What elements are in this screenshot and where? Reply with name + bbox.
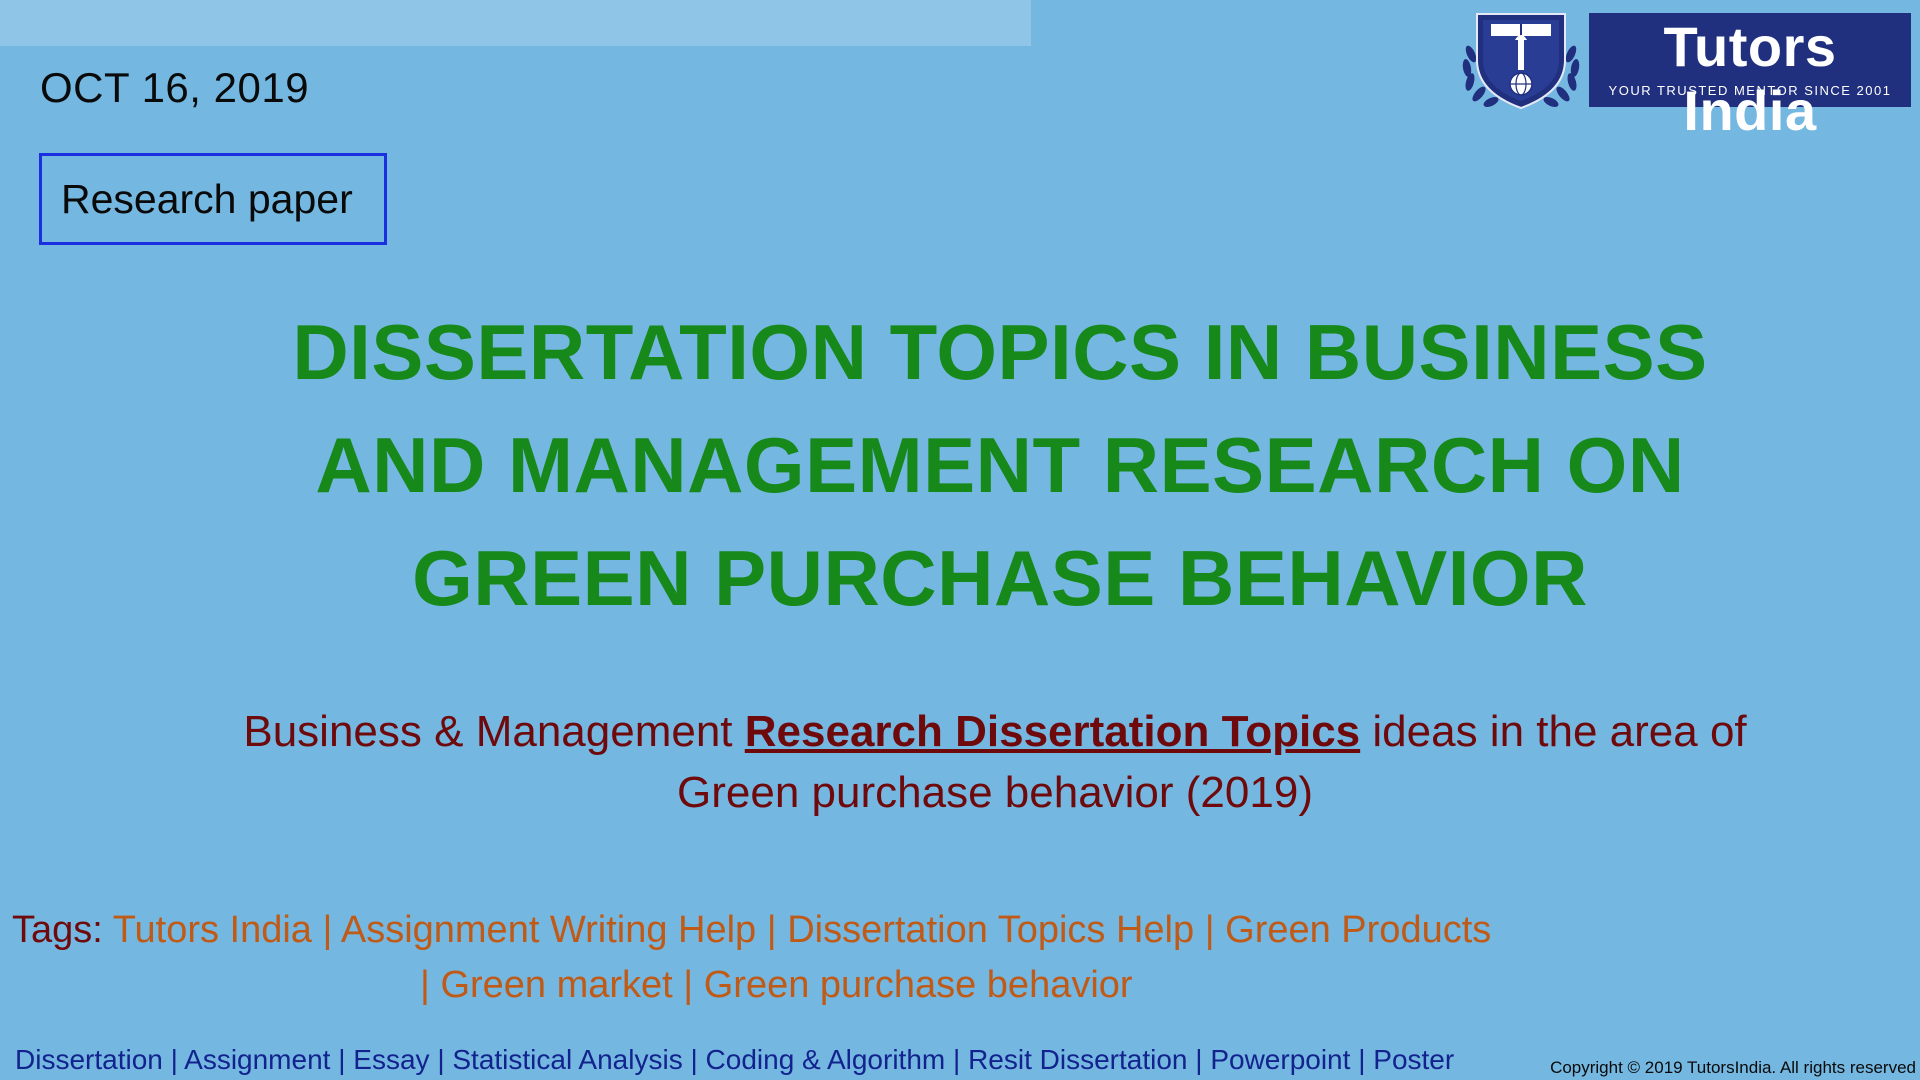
footer-link-coding-algorithm[interactable]: Coding & Algorithm (706, 1044, 953, 1075)
tag-separator: | (672, 964, 704, 1006)
tags-label: Tags: (12, 909, 113, 951)
tags-second-line: | Green market | Green purchase behavior (12, 958, 1582, 1013)
tag-separator: | (1194, 909, 1226, 951)
footer-link-statistical-analysis[interactable]: Statistical Analysis (452, 1044, 682, 1075)
footer-link-essay[interactable]: Essay (353, 1044, 429, 1075)
brand-name: Tutors India (1663, 15, 1837, 142)
tutors-india-logo[interactable]: Tutors India YOUR TRUSTED MENTOR SINCE 2… (1455, 10, 1915, 142)
footer-separator: | (170, 1044, 178, 1075)
tags-section: Tags: Tutors India | Assignment Writing … (12, 903, 1582, 1013)
footer-link-assignment[interactable]: Assignment (184, 1044, 330, 1075)
subtitle: Business & Management Research Dissertat… (200, 701, 1790, 823)
tag-link[interactable]: Assignment Writing Help (341, 909, 756, 951)
footer-nav: Dissertation | Assignment | Essay | Stat… (15, 1044, 1454, 1076)
tag-separator: | (420, 964, 441, 1006)
footer-link-dissertation[interactable]: Dissertation (15, 1044, 163, 1075)
tag-link[interactable]: Dissertation Topics Help (787, 909, 1194, 951)
post-date: OCT 16, 2019 (40, 64, 310, 111)
footer-link-poster[interactable]: Poster (1373, 1044, 1454, 1075)
category-label[interactable]: Research paper (39, 153, 387, 245)
tag-separator: | (311, 909, 341, 951)
footer-separator: | (437, 1044, 445, 1075)
tag-link[interactable]: Tutors India (113, 909, 312, 951)
top-banner-strip (0, 0, 1031, 46)
tag-separator: | (756, 909, 788, 951)
tag-link[interactable]: Green purchase behavior (704, 964, 1133, 1006)
tag-link[interactable]: Green market (440, 964, 672, 1006)
page-title: DISSERTATION TOPICS IN BUSINESS AND MANA… (292, 308, 1708, 622)
shield-crest-icon (1462, 13, 1580, 110)
footer-link-resit-dissertation[interactable]: Resit Dissertation (968, 1044, 1187, 1075)
copyright-notice: Copyright © 2019 TutorsIndia. All rights… (1550, 1058, 1916, 1077)
research-dissertation-topics-link[interactable]: Research Dissertation Topics (745, 707, 1360, 756)
brand-box: Tutors India YOUR TRUSTED MENTOR SINCE 2… (1589, 13, 1911, 142)
tag-link[interactable]: Green Products (1225, 909, 1491, 951)
footer-separator: | (690, 1044, 698, 1075)
footer-separator: | (338, 1044, 346, 1075)
footer-link-powerpoint[interactable]: Powerpoint (1210, 1044, 1350, 1075)
footer-separator: | (1195, 1044, 1203, 1075)
subtitle-prefix: Business & Management (243, 707, 745, 756)
footer-separator: | (953, 1044, 961, 1075)
footer-separator: | (1358, 1044, 1366, 1075)
brand-tagline: YOUR TRUSTED MENTOR SINCE 2001 (1608, 83, 1892, 98)
